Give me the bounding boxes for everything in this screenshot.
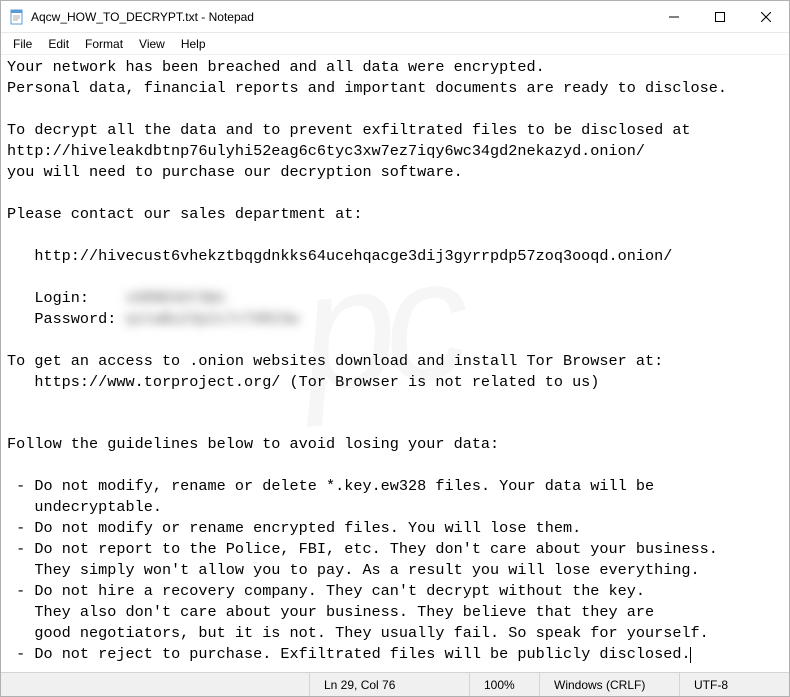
text-line: - Do not reject to purchase. Exfiltrated… (7, 645, 691, 663)
titlebar[interactable]: Aqcw_HOW_TO_DECRYPT.txt - Notepad (1, 1, 789, 33)
text-line: - Do not modify, rename or delete *.key.… (7, 477, 654, 495)
menu-format[interactable]: Format (77, 35, 131, 53)
text-area[interactable]: pc Your network has been breached and all… (1, 55, 789, 672)
text-line: http://hivecust6vhekztbqgdnkks64ucehqacg… (7, 247, 672, 265)
password-label: Password: (7, 310, 125, 328)
text-line: - Do not hire a recovery company. They c… (7, 582, 645, 600)
watermark-text: pc (290, 202, 469, 452)
status-line-ending: Windows (CRLF) (539, 673, 679, 696)
menu-help[interactable]: Help (173, 35, 214, 53)
window-title: Aqcw_HOW_TO_DECRYPT.txt - Notepad (31, 10, 651, 24)
minimize-button[interactable] (651, 1, 697, 33)
close-button[interactable] (743, 1, 789, 33)
text-line: They also don't care about your business… (7, 603, 654, 621)
status-position: Ln 29, Col 76 (309, 673, 469, 696)
text-line: Follow the guidelines below to avoid los… (7, 435, 499, 453)
login-value-redacted: xGRND3AY3Wx (125, 289, 225, 307)
password-value-redacted: qxtwBu23p2x7cT6R23w (125, 310, 298, 328)
login-label: Login: (7, 289, 125, 307)
text-line: To decrypt all the data and to prevent e… (7, 121, 691, 139)
text-line: https://www.torproject.org/ (Tor Browser… (7, 373, 599, 391)
text-line: you will need to purchase our decryption… (7, 163, 463, 181)
status-encoding: UTF-8 (679, 673, 789, 696)
menu-view[interactable]: View (131, 35, 173, 53)
text-line: Please contact our sales department at: (7, 205, 362, 223)
text-line: good negotiators, but it is not. They us… (7, 624, 709, 642)
text-line: undecryptable. (7, 498, 162, 516)
text-line: Personal data, financial reports and imp… (7, 79, 727, 97)
maximize-button[interactable] (697, 1, 743, 33)
text-line: - Do not report to the Police, FBI, etc.… (7, 540, 718, 558)
text-caret (690, 647, 691, 663)
text-line: http://hiveleakdbtnp76ulyhi52eag6c6tyc3x… (7, 142, 645, 160)
menubar: File Edit Format View Help (1, 33, 789, 55)
text-line: Your network has been breached and all d… (7, 58, 545, 76)
notepad-window: Aqcw_HOW_TO_DECRYPT.txt - Notepad File E… (0, 0, 790, 697)
menu-file[interactable]: File (5, 35, 40, 53)
statusbar: Ln 29, Col 76 100% Windows (CRLF) UTF-8 (1, 672, 789, 696)
notepad-icon (9, 9, 25, 25)
text-line: - Do not modify or rename encrypted file… (7, 519, 581, 537)
menu-edit[interactable]: Edit (40, 35, 77, 53)
status-zoom: 100% (469, 673, 539, 696)
text-line: To get an access to .onion websites down… (7, 352, 663, 370)
text-line: They simply won't allow you to pay. As a… (7, 561, 700, 579)
window-controls (651, 1, 789, 32)
